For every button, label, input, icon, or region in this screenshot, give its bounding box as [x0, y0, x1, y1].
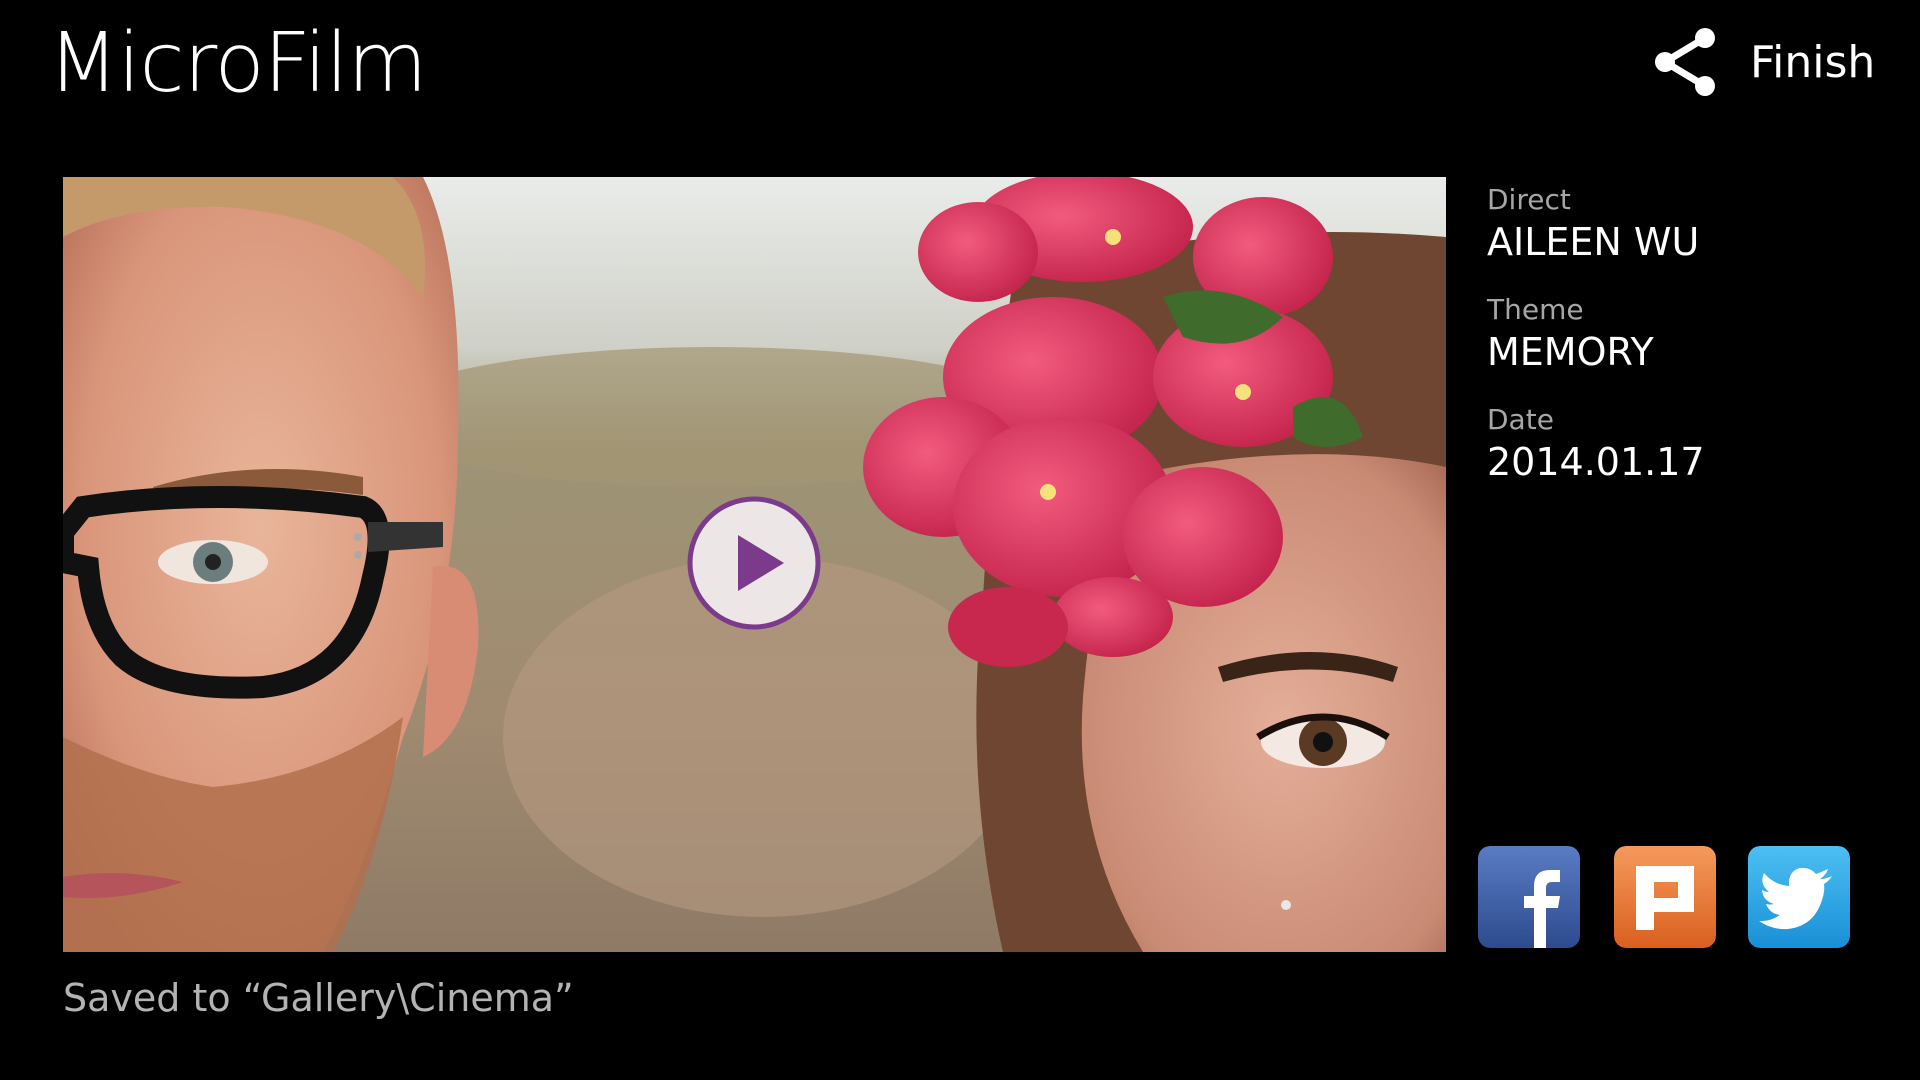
- direct-value: AILEEN WU: [1487, 220, 1700, 264]
- video-preview[interactable]: [63, 177, 1446, 952]
- app-title: MicroFilm: [48, 16, 427, 111]
- share-icon: [1655, 28, 1715, 96]
- share-button[interactable]: [1640, 22, 1730, 102]
- direct-label: Direct: [1487, 183, 1571, 216]
- date-info: Date 2014.01.17: [1487, 400, 1887, 484]
- play-button[interactable]: [686, 495, 822, 631]
- direct-info: Direct AILEEN WU: [1487, 180, 1887, 264]
- plurk-icon: [1614, 846, 1716, 948]
- theme-info: Theme MEMORY: [1487, 290, 1887, 374]
- finish-button[interactable]: Finish: [1750, 30, 1875, 96]
- film-info-panel: Direct AILEEN WU Theme MEMORY Date 2014.…: [1487, 180, 1887, 510]
- twitter-share-button[interactable]: [1748, 846, 1850, 948]
- facebook-icon: [1478, 846, 1580, 948]
- theme-value: MEMORY: [1487, 330, 1654, 374]
- microfilm-screen: MicroFilm Finish Saved to “Gallery\Cinem…: [0, 0, 1920, 1080]
- plurk-share-button[interactable]: [1614, 846, 1716, 948]
- twitter-icon: [1748, 846, 1850, 948]
- theme-label: Theme: [1487, 293, 1584, 326]
- facebook-share-button[interactable]: [1478, 846, 1580, 948]
- date-value: 2014.01.17: [1487, 440, 1705, 484]
- date-label: Date: [1487, 403, 1554, 436]
- saved-location-note: Saved to “Gallery\Cinema”: [63, 976, 574, 1020]
